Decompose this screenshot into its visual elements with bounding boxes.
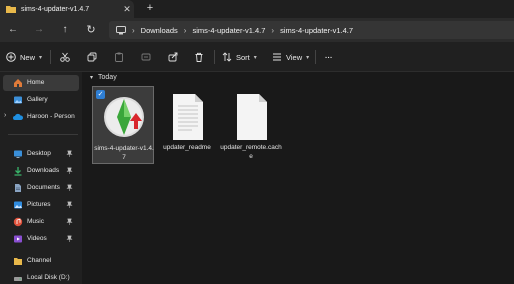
file-name: updater_remote.cache	[220, 144, 282, 160]
pc-icon	[116, 25, 126, 34]
file-name: sims-4-updater-v1.4.7	[94, 145, 154, 161]
pin-icon[interactable]	[66, 218, 73, 225]
desktop-icon	[14, 150, 22, 158]
toolbar-divider	[214, 50, 215, 64]
sort-button[interactable]: Sort ▾	[222, 50, 257, 64]
command-bar: New ▾ Sort ▾ View ▾ ···	[0, 42, 514, 72]
document-icon	[237, 94, 267, 140]
address-row: ← → ↑ ↻ › Downloads › sims-4-updater-v1.…	[0, 18, 514, 42]
sidebar-item-label: Channel	[27, 257, 52, 264]
address-bar[interactable]: › Downloads › sims-4-updater-v1.4.7 › si…	[109, 21, 514, 39]
toolbar-divider	[50, 50, 51, 64]
sidebar-item-label: Documents	[27, 184, 60, 191]
pin-icon[interactable]	[66, 235, 73, 242]
paste-icon[interactable]	[114, 52, 124, 62]
document-icon	[173, 94, 203, 140]
sidebar-item-label: Gallery	[27, 96, 48, 103]
new-button[interactable]: New ▾	[6, 50, 42, 64]
sidebar-item-music[interactable]: Music	[0, 214, 82, 230]
folder-icon	[6, 6, 16, 13]
new-button-label: New	[20, 52, 36, 62]
delete-icon[interactable]	[194, 52, 204, 62]
toolbar-divider	[315, 50, 316, 64]
cut-icon[interactable]	[60, 52, 70, 62]
breadcrumb-separator: ›	[271, 25, 275, 35]
pin-icon[interactable]	[66, 150, 73, 157]
home-icon	[14, 79, 22, 87]
view-button-label: View	[286, 52, 303, 62]
breadcrumb-separator: ›	[132, 25, 135, 35]
sidebar-divider	[8, 134, 78, 135]
file-item-sims-updater[interactable]: ✓ sims-4-updater-v1.4.7	[92, 86, 154, 164]
tab-strip: sims-4-updater-v1.4.7 ✕ +	[0, 0, 514, 18]
forward-arrow-icon[interactable]: →	[32, 23, 46, 37]
chevron-down-icon: ▾	[39, 54, 43, 61]
chevron-right-icon[interactable]: ›	[4, 112, 6, 119]
sidebar-item-channel[interactable]: Channel	[0, 253, 82, 269]
sidebar-item-gallery[interactable]: Gallery	[0, 92, 82, 108]
close-tab-icon[interactable]: ✕	[122, 4, 132, 14]
music-icon	[13, 217, 23, 227]
sidebar-item-onedrive[interactable]: › Haroon - Person	[0, 109, 82, 125]
sidebar-item-label: Haroon - Person	[27, 113, 75, 120]
sims-app-icon	[104, 97, 144, 137]
sidebar-item-label: Music	[27, 218, 44, 225]
pin-icon[interactable]	[66, 167, 73, 174]
sidebar-item-home[interactable]: Home	[3, 75, 79, 91]
breadcrumb-separator: ›	[183, 25, 187, 35]
view-button[interactable]: View ▾	[272, 50, 309, 64]
sidebar-item-videos[interactable]: Videos	[0, 231, 82, 247]
gallery-icon	[14, 96, 22, 104]
chevron-down-icon: ▾	[306, 54, 310, 61]
back-arrow-icon[interactable]: ←	[6, 23, 20, 37]
pin-icon[interactable]	[66, 201, 73, 208]
group-label: Today	[98, 74, 117, 81]
videos-icon	[14, 235, 22, 243]
breadcrumb-subfolder[interactable]: sims-4-updater-v1.4.7	[280, 26, 353, 35]
sort-icon	[222, 52, 232, 62]
sidebar-item-documents[interactable]: Documents	[0, 180, 82, 196]
sidebar-item-label: Desktop	[27, 150, 51, 157]
breadcrumb-downloads[interactable]: Downloads	[141, 26, 178, 35]
tab-sims-4-updater[interactable]: sims-4-updater-v1.4.7 ✕	[0, 0, 134, 18]
documents-icon	[15, 184, 21, 192]
copy-icon[interactable]	[87, 52, 97, 62]
downloads-icon	[14, 167, 22, 176]
file-list: ▾ Today ✓ sims-4-updater-v1.4.7 updater_…	[84, 72, 514, 284]
sidebar-item-label: Local Disk (D:)	[27, 274, 70, 281]
pin-icon[interactable]	[66, 184, 73, 191]
onedrive-icon	[13, 113, 23, 120]
file-name: updater_readme	[163, 144, 211, 151]
plus-circle-icon	[6, 52, 16, 62]
chevron-down-icon: ▾	[253, 54, 257, 61]
drive-icon	[14, 277, 22, 281]
refresh-icon[interactable]: ↻	[84, 23, 98, 37]
sidebar-item-downloads[interactable]: Downloads	[0, 163, 82, 179]
group-header-today[interactable]: ▾ Today	[90, 74, 117, 81]
breadcrumb-folder[interactable]: sims-4-updater-v1.4.7	[192, 26, 265, 35]
sidebar-item-label: Downloads	[27, 167, 60, 174]
share-icon[interactable]	[168, 52, 178, 62]
view-icon	[273, 53, 281, 61]
tab-title: sims-4-updater-v1.4.7	[21, 5, 90, 13]
up-arrow-icon[interactable]: ↑	[58, 23, 72, 37]
sidebar-item-local-disk[interactable]: Local Disk (D:)	[0, 270, 82, 284]
file-item-updater-readme[interactable]: updater_readme	[156, 86, 218, 164]
sort-button-label: Sort	[236, 52, 250, 62]
sidebar-item-pictures[interactable]: Pictures	[0, 197, 82, 213]
sidebar-item-label: Videos	[27, 235, 47, 242]
sidebar-item-label: Pictures	[27, 201, 51, 208]
rename-icon[interactable]	[141, 52, 151, 62]
chevron-down-icon: ▾	[90, 75, 94, 81]
new-tab-button[interactable]: +	[144, 2, 156, 14]
sidebar-item-desktop[interactable]: Desktop	[0, 146, 82, 162]
folder-icon	[14, 258, 22, 265]
file-item-updater-remote-cache[interactable]: updater_remote.cache	[220, 86, 282, 164]
sidebar-item-label: Home	[27, 79, 45, 86]
pictures-icon	[14, 201, 22, 209]
more-options-button[interactable]: ···	[325, 50, 333, 64]
navigation-pane: Home Gallery › Haroon - Person Desktop D…	[0, 72, 82, 284]
